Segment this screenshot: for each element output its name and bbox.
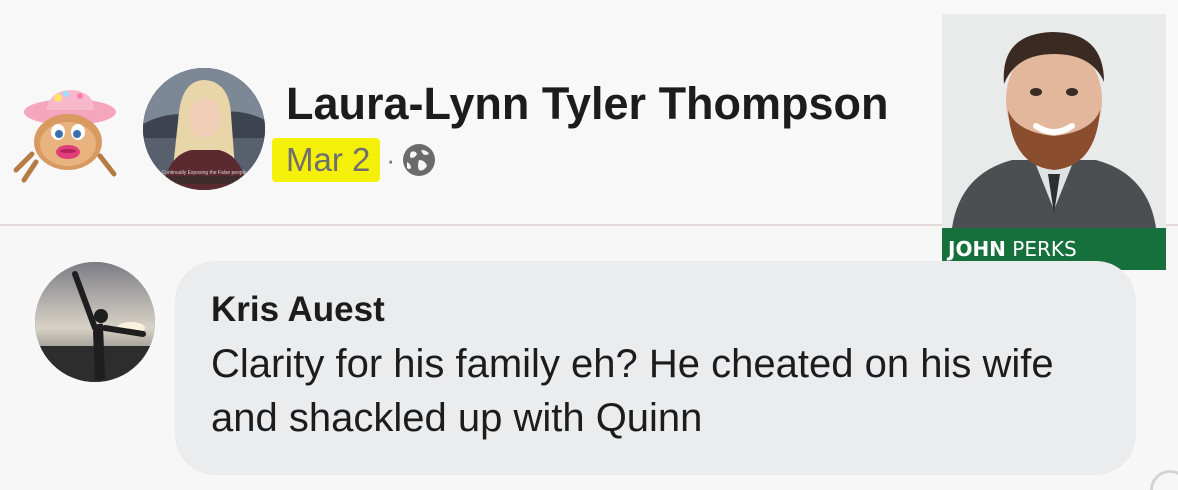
post-author-name[interactable]: Laura-Lynn Tyler Thompson xyxy=(286,78,889,130)
person-photo xyxy=(942,14,1166,228)
meta-separator: · xyxy=(386,144,396,175)
post-date[interactable]: Mar 2 xyxy=(272,138,381,182)
overlay-photo: JOHN PERKS xyxy=(942,14,1166,270)
commenter-name[interactable]: Kris Auest xyxy=(211,289,385,331)
comment-bubble: Kris Auest Clarity for his family eh? He… xyxy=(175,261,1136,475)
author-avatar[interactable]: Continually Exposing the False people xyxy=(143,68,265,190)
screenshot: Continually Exposing the False people La… xyxy=(0,0,1178,490)
post-meta: Mar 2 · xyxy=(272,136,437,184)
avatar-caption: Continually Exposing the False people xyxy=(161,170,247,176)
comment-text: Clarity for his family eh? He cheated on… xyxy=(211,342,1054,440)
reaction-icon-fragment xyxy=(1150,470,1178,490)
overlay-caption-first: JOHN xyxy=(948,237,1006,261)
cartoon-sticker xyxy=(10,84,120,184)
globe-icon[interactable] xyxy=(401,142,437,178)
overlay-caption-last: PERKS xyxy=(1012,237,1077,261)
commenter-avatar[interactable] xyxy=(35,262,155,382)
